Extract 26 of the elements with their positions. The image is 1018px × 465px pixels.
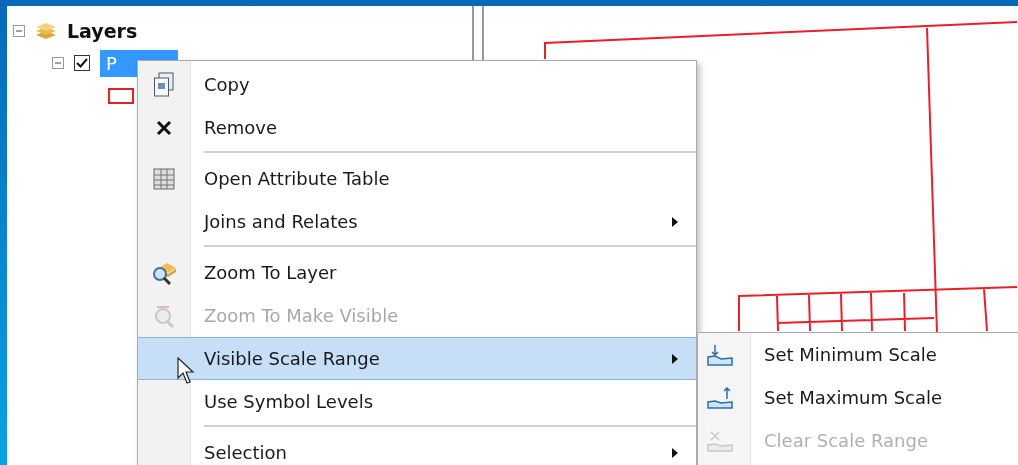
menu-item[interactable]: Open Attribute Table [138, 157, 696, 200]
min-scale-icon [707, 343, 733, 366]
submenu-arrow-icon [672, 216, 678, 227]
layer-checkbox[interactable] [74, 55, 90, 71]
menu-item[interactable]: Set Minimum Scale [698, 333, 1018, 376]
menu-item[interactable]: Use Symbol Levels [138, 380, 696, 423]
zoom-layer-icon [151, 260, 177, 285]
collapse-icon[interactable] [52, 57, 64, 69]
menu-item[interactable]: Set Maximum Scale [698, 376, 1018, 419]
collapse-icon[interactable] [13, 25, 25, 37]
close-icon [156, 119, 172, 136]
layers-label[interactable]: Layers [67, 20, 138, 42]
polygon-symbol [108, 88, 134, 104]
menu-item[interactable]: Selection [138, 431, 696, 465]
mouse-pointer-icon [177, 357, 197, 385]
menu-item[interactable]: Remove [138, 106, 696, 149]
menu-item[interactable]: Visible Scale Range [138, 337, 696, 380]
table-icon [153, 167, 175, 190]
max-scale-icon [707, 386, 733, 409]
submenu-arrow-icon [672, 447, 678, 458]
menu-item[interactable]: Zoom To Layer [138, 251, 696, 294]
copy-icon [153, 71, 175, 98]
menu-item[interactable]: Joins and Relates [138, 200, 696, 243]
clear-scale-icon [707, 429, 733, 452]
submenu-arrow-icon [672, 353, 678, 364]
menu-item[interactable]: Copy [138, 63, 696, 106]
